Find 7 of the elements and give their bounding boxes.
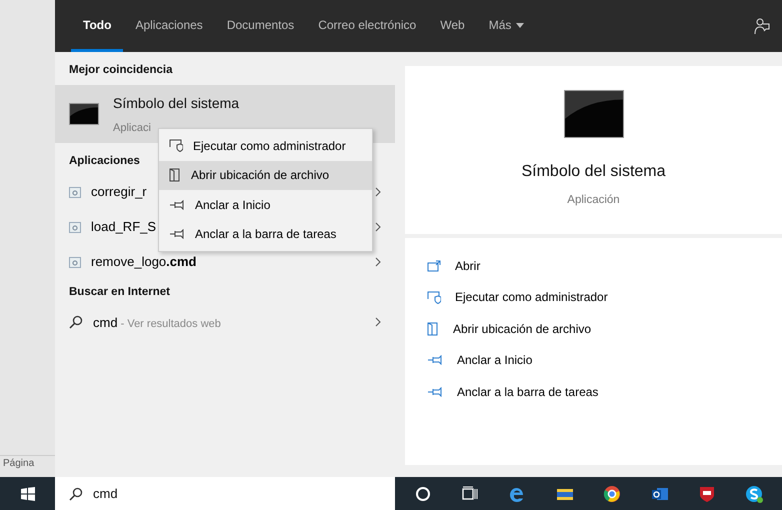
app-subtitle: Aplicaci <box>113 120 152 136</box>
app-title: Símbolo del sistema <box>113 94 240 112</box>
preview-title: Símbolo del sistema <box>521 162 666 182</box>
section-heading: Aplicaciones <box>68 154 141 170</box>
section-heading: Mejor coincidencia <box>68 63 174 78</box>
section-heading: Buscar en Internet <box>68 284 171 300</box>
preview-subtitle: Aplicación <box>567 193 620 208</box>
